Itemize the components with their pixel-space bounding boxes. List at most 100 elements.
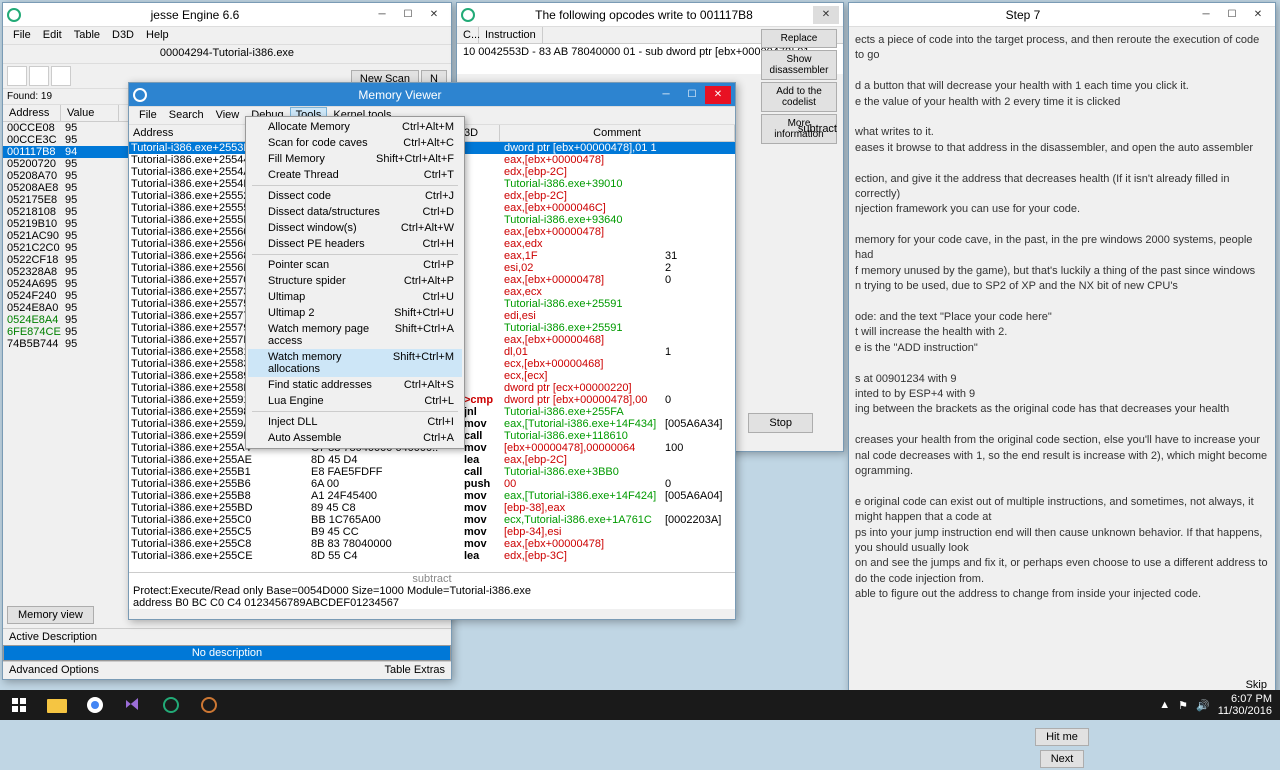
- replace-button[interactable]: Replace: [761, 29, 837, 48]
- dis-row[interactable]: Tutorial-i386.exe+255B1E8 FAE5FDFFcallTu…: [129, 466, 735, 478]
- max-btn[interactable]: ☐: [395, 6, 421, 24]
- tools-menu-item[interactable]: Allocate MemoryCtrl+Alt+M: [248, 119, 462, 135]
- dis-row[interactable]: Tutorial-i386.exe+255C0BB 1C765A00movecx…: [129, 514, 735, 526]
- tools-menu-item[interactable]: Find static addressesCtrl+Alt+S: [248, 377, 462, 393]
- tools-menu-item[interactable]: Watch memory allocationsShift+Ctrl+M: [248, 349, 462, 377]
- opcodes-titlebar[interactable]: The following opcodes write to 001117B8 …: [457, 3, 843, 27]
- dis-row[interactable]: Tutorial-i386.exe+255AE8D 45 D4leaeax,[e…: [129, 454, 735, 466]
- active-desc-header: Active Description: [3, 628, 451, 645]
- tray-up-icon[interactable]: ▲: [1159, 699, 1170, 711]
- tools-menu-item[interactable]: Auto AssembleCtrl+A: [248, 430, 462, 446]
- explorer-icon[interactable]: [38, 690, 76, 720]
- col-address[interactable]: Address: [3, 105, 61, 121]
- start-button[interactable]: [0, 690, 38, 720]
- main-title: jesse Engine 6.6: [21, 8, 369, 22]
- tools-menu-item[interactable]: Structure spiderCtrl+Alt+P: [248, 273, 462, 289]
- menu-file[interactable]: File: [7, 27, 37, 44]
- stop-button[interactable]: Stop: [748, 413, 813, 433]
- col-value[interactable]: Value: [61, 105, 119, 121]
- step7-titlebar[interactable]: Step 7 ─☐✕: [849, 3, 1275, 27]
- advanced-options[interactable]: Advanced Options: [9, 664, 99, 677]
- step7-window: Step 7 ─☐✕ ects a piece of code into the…: [848, 2, 1276, 696]
- dis-row[interactable]: Tutorial-i386.exe+255C5B9 45 CCmov[ebp-3…: [129, 526, 735, 538]
- col-dis-comment[interactable]: Comment: [500, 125, 735, 141]
- tools-menu-item[interactable]: Create ThreadCtrl+T: [248, 167, 462, 183]
- dis-row[interactable]: Tutorial-i386.exe+255B66A 00push000: [129, 478, 735, 490]
- min-btn[interactable]: ─: [653, 86, 679, 104]
- tools-menu-item[interactable]: Dissect data/structuresCtrl+D: [248, 204, 462, 220]
- table-extras[interactable]: Table Extras: [384, 664, 445, 677]
- open-icon[interactable]: [7, 66, 27, 86]
- subtract-label: subtract: [798, 123, 837, 135]
- pc-icon[interactable]: [51, 66, 71, 86]
- step7-text: ects a piece of code into the target pro…: [849, 27, 1275, 608]
- dis-row[interactable]: Tutorial-i386.exe+255B8A1 24F45400moveax…: [129, 490, 735, 502]
- footer-sub: subtract: [133, 573, 731, 585]
- footer-protect: Protect:Execute/Read only Base=0054D000 …: [133, 585, 731, 597]
- close-btn[interactable]: ✕: [421, 6, 447, 24]
- menu-d3d[interactable]: D3D: [106, 27, 140, 44]
- tools-menu-item[interactable]: Ultimap 2Shift+Ctrl+U: [248, 305, 462, 321]
- close-btn[interactable]: ✕: [1245, 6, 1271, 24]
- clock-date: 11/30/2016: [1218, 705, 1272, 717]
- show-disasm-button[interactable]: Show disassembler: [761, 50, 837, 80]
- col-dis-opc[interactable]: 3D: [460, 125, 500, 141]
- memview-titlebar[interactable]: Memory Viewer ─☐✕: [129, 83, 735, 107]
- clock-time: 6:07 PM: [1218, 693, 1272, 705]
- ce-icon: [461, 8, 475, 22]
- tools-menu: Allocate MemoryCtrl+Alt+MScan for code c…: [245, 116, 465, 449]
- step7-title: Step 7: [853, 8, 1193, 22]
- close-btn[interactable]: ✕: [813, 6, 839, 24]
- ce-taskbar-icon[interactable]: [152, 690, 190, 720]
- taskbar: ▲ ⚑ 🔊 6:07 PM 11/30/2016: [0, 690, 1280, 720]
- min-btn[interactable]: ─: [369, 6, 395, 24]
- close-btn[interactable]: ✕: [705, 86, 731, 104]
- dis-row[interactable]: Tutorial-i386.exe+255CE8D 55 C4leaedx,[e…: [129, 550, 735, 562]
- tools-menu-item[interactable]: Dissect PE headersCtrl+H: [248, 236, 462, 252]
- system-tray[interactable]: ▲ ⚑ 🔊 6:07 PM 11/30/2016: [1151, 693, 1280, 717]
- mv-file[interactable]: File: [133, 107, 163, 124]
- dis-row[interactable]: Tutorial-i386.exe+255C88B 83 78040000mov…: [129, 538, 735, 550]
- desc-row[interactable]: No description: [3, 645, 451, 661]
- memory-view-button[interactable]: Memory view: [7, 606, 94, 624]
- tools-menu-item[interactable]: Watch memory page accessShift+Ctrl+A: [248, 321, 462, 349]
- process-name[interactable]: 00004294-Tutorial-i386.exe: [3, 45, 451, 64]
- tools-menu-item[interactable]: UltimapCtrl+U: [248, 289, 462, 305]
- max-btn[interactable]: ☐: [1219, 6, 1245, 24]
- tools-menu-item[interactable]: Inject DLLCtrl+I: [248, 414, 462, 430]
- tools-menu-item[interactable]: Dissect window(s)Ctrl+Alt+W: [248, 220, 462, 236]
- max-btn[interactable]: ☐: [679, 86, 705, 104]
- tools-menu-item[interactable]: Scan for code cavesCtrl+Alt+C: [248, 135, 462, 151]
- hitme-button[interactable]: Hit me: [1035, 728, 1089, 746]
- save-icon[interactable]: [29, 66, 49, 86]
- vs-icon[interactable]: [114, 690, 152, 720]
- dis-footer: subtract Protect:Execute/Read only Base=…: [129, 572, 735, 609]
- ce-icon: [7, 8, 21, 22]
- add-codelist-button[interactable]: Add to the codelist: [761, 82, 837, 112]
- main-menubar: File Edit Table D3D Help: [3, 27, 451, 45]
- next-button[interactable]: Next: [1040, 750, 1085, 768]
- ce-taskbar-icon2[interactable]: [190, 690, 228, 720]
- ce-icon: [133, 88, 147, 102]
- footer-hex: address B0 BC C0 C4 0123456789ABCDEF0123…: [133, 597, 731, 609]
- tray-volume-icon[interactable]: 🔊: [1196, 699, 1210, 712]
- menu-edit[interactable]: Edit: [37, 27, 68, 44]
- col-instruction[interactable]: Instruction: [479, 27, 543, 43]
- memview-title: Memory Viewer: [147, 88, 653, 102]
- menu-help[interactable]: Help: [140, 27, 175, 44]
- status-bar: Advanced Options Table Extras: [3, 661, 451, 679]
- mv-view[interactable]: View: [210, 107, 246, 124]
- tools-menu-item[interactable]: Pointer scanCtrl+P: [248, 257, 462, 273]
- col-count[interactable]: C...: [457, 27, 479, 43]
- tools-menu-item[interactable]: Lua EngineCtrl+L: [248, 393, 462, 409]
- mv-search[interactable]: Search: [163, 107, 210, 124]
- chrome-icon[interactable]: [76, 690, 114, 720]
- dis-row[interactable]: Tutorial-i386.exe+255BD89 45 C8mov[ebp-3…: [129, 502, 735, 514]
- tray-flag-icon[interactable]: ⚑: [1178, 699, 1188, 712]
- tools-menu-item[interactable]: Fill MemoryShift+Ctrl+Alt+F: [248, 151, 462, 167]
- menu-table[interactable]: Table: [68, 27, 106, 44]
- tools-menu-item[interactable]: Dissect codeCtrl+J: [248, 188, 462, 204]
- main-titlebar[interactable]: jesse Engine 6.6 ─☐✕: [3, 3, 451, 27]
- min-btn[interactable]: ─: [1193, 6, 1219, 24]
- opcodes-title: The following opcodes write to 001117B8: [475, 8, 813, 22]
